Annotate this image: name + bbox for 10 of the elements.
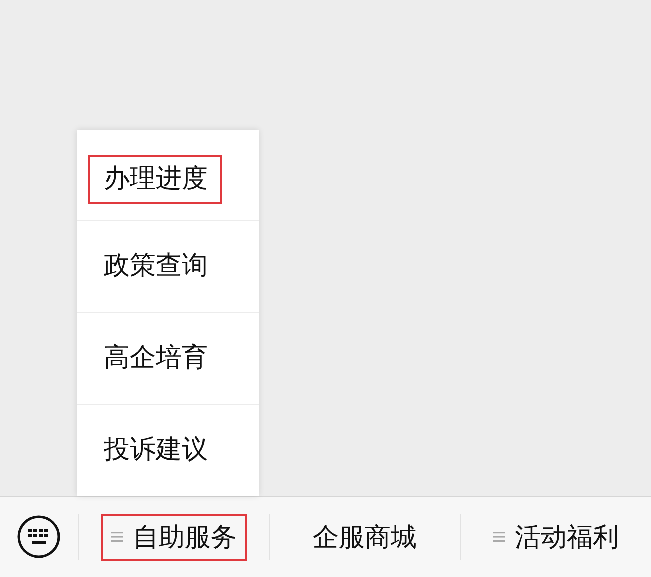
menu-item[interactable]: 政策查询 bbox=[88, 242, 222, 291]
menu-lines-icon bbox=[493, 531, 505, 543]
menu-tab[interactable]: 企服商城 bbox=[303, 514, 427, 560]
menu-item[interactable]: 投诉建议 bbox=[88, 426, 222, 475]
menu-lines-icon bbox=[111, 531, 123, 543]
keyboard-icon[interactable] bbox=[17, 515, 61, 559]
menu-item[interactable]: 办理进度 bbox=[88, 155, 222, 204]
menu-tab[interactable]: 自助服务 bbox=[101, 514, 247, 560]
menu-tab[interactable]: 活动福利 bbox=[483, 514, 629, 560]
menu-item[interactable]: 高企培育 bbox=[88, 334, 222, 383]
